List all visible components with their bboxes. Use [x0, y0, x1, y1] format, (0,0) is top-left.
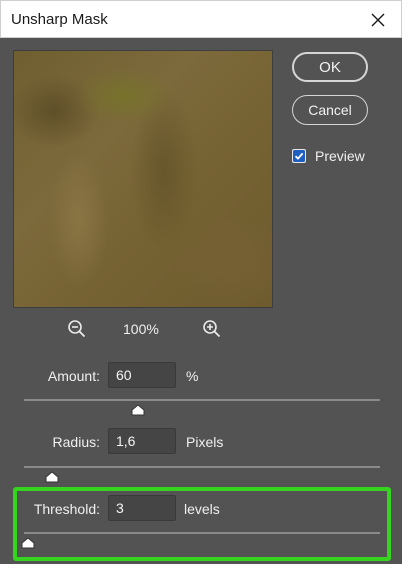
amount-slider-track[interactable]: [24, 399, 380, 416]
radius-slider-track[interactable]: [24, 466, 380, 483]
unsharp-mask-dialog: OK Cancel Preview 100% Amount: 60 % Radi…: [0, 38, 402, 564]
amount-slider-thumb[interactable]: [131, 404, 145, 416]
threshold-highlight: [13, 487, 391, 561]
radius-input[interactable]: [108, 428, 176, 454]
threshold-input[interactable]: [108, 495, 176, 521]
zoom-out-button[interactable]: [67, 319, 87, 344]
zoom-in-button[interactable]: [202, 319, 222, 344]
zoom-in-icon: [203, 320, 221, 338]
preview-checkbox[interactable]: Preview: [292, 148, 365, 164]
cancel-button[interactable]: Cancel: [292, 95, 368, 125]
zoom-out-icon: [68, 320, 86, 338]
checkbox-box[interactable]: [292, 149, 306, 163]
ok-button[interactable]: OK: [292, 52, 368, 82]
radius-label: Radius:: [52, 434, 100, 450]
zoom-level: 100%: [123, 321, 159, 337]
radius-slider-thumb[interactable]: [45, 471, 59, 483]
zoom-controls: 100%: [0, 318, 286, 340]
title-bar: Unsharp Mask: [0, 0, 402, 38]
amount-unit: %: [186, 368, 199, 384]
preview-image[interactable]: [13, 50, 273, 308]
preview-label: Preview: [315, 148, 365, 164]
close-icon: [371, 13, 385, 27]
radius-unit: Pixels: [186, 434, 224, 450]
close-button[interactable]: [365, 7, 391, 33]
threshold-slider-track[interactable]: [21, 532, 380, 549]
threshold-label: Threshold:: [33, 501, 100, 517]
threshold-slider-thumb[interactable]: [21, 537, 35, 549]
window-title: Unsharp Mask: [11, 11, 108, 28]
amount-label: Amount:: [47, 368, 100, 384]
amount-input[interactable]: [108, 362, 176, 388]
threshold-unit: levels: [184, 501, 220, 517]
checkmark-icon: [293, 150, 305, 162]
